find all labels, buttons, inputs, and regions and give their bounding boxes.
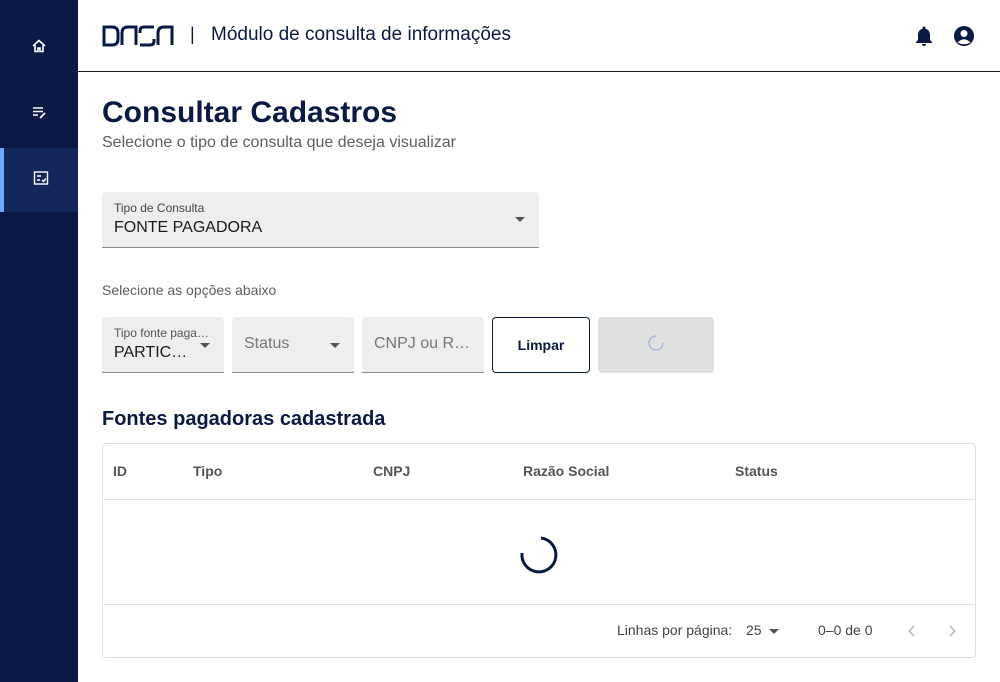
options-section-label: Selecione as opções abaixo (102, 282, 277, 298)
table-title: Fontes pagadoras cadastrada (102, 408, 386, 430)
column-header-id[interactable]: ID (113, 463, 127, 479)
notifications-bell-icon[interactable] (912, 24, 936, 48)
home-icon (31, 38, 47, 59)
sidebar (0, 0, 78, 682)
clear-button[interactable]: Limpar (492, 317, 590, 373)
page-title: Consultar Cadastros (102, 96, 398, 129)
search-button (598, 317, 714, 373)
app-header: | Módulo de consulta de informações (78, 0, 1000, 72)
tipo-consulta-value: FONTE PAGADORA (114, 219, 263, 236)
pagination-range: 0–0 de 0 (818, 622, 873, 638)
tipo-fonte-select[interactable]: Tipo fonte pagadora PARTICULAR (102, 317, 224, 373)
table-loading-spinner-icon (518, 534, 560, 581)
status-select[interactable]: Status (232, 317, 354, 373)
header-separator: | (190, 24, 195, 44)
table-header: ID Tipo CNPJ Razão Social Status (103, 444, 975, 500)
sidebar-item-edit[interactable] (0, 82, 78, 146)
tipo-consulta-label: Tipo de Consulta (114, 201, 205, 215)
column-header-tipo[interactable]: Tipo (193, 463, 222, 479)
tipo-fonte-label: Tipo fonte pagadora (114, 326, 214, 340)
rows-per-page-select[interactable]: 25 (746, 622, 786, 638)
sidebar-item-home[interactable] (0, 16, 78, 80)
next-page-button[interactable] (940, 619, 964, 643)
checklist-icon (33, 170, 49, 191)
column-header-razao-social[interactable]: Razão Social (523, 463, 609, 479)
table-body (103, 500, 975, 605)
column-header-cnpj[interactable]: CNPJ (373, 463, 410, 479)
status-placeholder: Status (244, 335, 290, 352)
sidebar-item-consultar[interactable] (0, 148, 78, 212)
chevron-right-icon (949, 625, 957, 637)
app-title: Módulo de consulta de informações (211, 24, 511, 45)
previous-page-button[interactable] (900, 619, 924, 643)
data-table: ID Tipo CNPJ Razão Social Status Linhas … (102, 443, 976, 658)
column-header-status[interactable]: Status (735, 463, 778, 479)
tipo-fonte-value: PARTICULAR (114, 344, 194, 361)
cnpj-placeholder: CNPJ ou Razão Social (374, 335, 472, 352)
cnpj-razao-input[interactable]: CNPJ ou Razão Social (362, 317, 484, 373)
dasa-logo (102, 25, 174, 47)
chevron-down-icon (515, 217, 525, 222)
tipo-consulta-select[interactable]: Tipo de Consulta FONTE PAGADORA (102, 192, 539, 248)
chevron-left-icon (907, 625, 915, 637)
rows-per-page-value: 25 (746, 622, 762, 638)
chevron-down-icon (330, 343, 340, 348)
chevron-down-icon (200, 343, 210, 348)
chevron-down-icon (769, 629, 779, 634)
table-pagination: Linhas por página: 25 0–0 de 0 (103, 605, 975, 657)
rows-per-page-label: Linhas por página: (617, 622, 733, 638)
user-account-icon[interactable] (952, 24, 976, 48)
page-subtitle: Selecione o tipo de consulta que deseja … (102, 134, 457, 151)
edit-list-icon (31, 104, 47, 125)
loading-spinner-icon (647, 334, 665, 357)
